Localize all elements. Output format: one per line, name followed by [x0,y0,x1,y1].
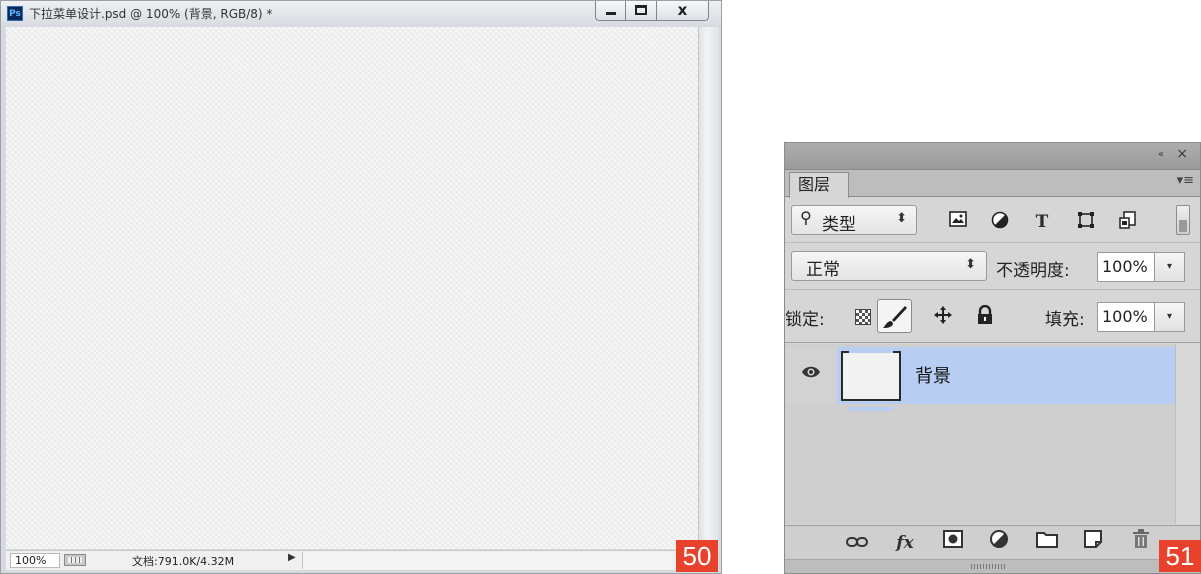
blend-mode-value: 正常 [806,260,840,280]
fill-label: 填充: [1045,310,1085,330]
filter-type-select[interactable]: ⚲ 类型 ⬍ [791,205,917,235]
mask-icon[interactable] [939,529,967,557]
photoshop-app-icon: Ps [7,6,23,21]
close-button[interactable]: x [657,1,709,21]
tab-layers[interactable]: 图层 [789,172,849,198]
layer-row[interactable]: 背景 [785,347,1175,411]
document-title: 下拉菜单设计.psd @ 100% (背景, RGB/8) * [29,7,273,21]
document-size-info: 文档:791.0K/4.32M [132,555,235,568]
window-controls: x [595,1,709,21]
maximize-icon [635,5,647,15]
opacity-dropdown-button[interactable]: ▾ [1155,252,1185,282]
close-icon: x [677,1,688,19]
image-filter-icon[interactable] [947,211,969,233]
lock-fill-row: 锁定: 填充: 100% ▾ [785,291,1200,343]
blend-opacity-row: 正常 ⬍ 不透明度: 100% ▾ [785,244,1200,290]
zoom-level-field[interactable]: 100% [10,553,60,568]
updown-arrows-icon: ⬍ [965,257,976,272]
layers-list-scrollbar[interactable] [1175,344,1200,524]
step-badge-51: 51 [1159,540,1201,572]
filter-type-label: 类型 [822,215,856,235]
panel-resize-grip[interactable] [785,559,1200,573]
smart-object-filter-icon[interactable] [1117,211,1139,233]
horizontal-scrollbar[interactable] [302,552,672,569]
filter-toggle-switch[interactable] [1176,205,1190,235]
panel-menu-icon[interactable]: ▾≡ [1177,173,1194,188]
minimize-button[interactable] [595,1,626,21]
maximize-button[interactable] [626,1,657,21]
fill-dropdown-button[interactable]: ▾ [1155,302,1185,332]
panel-close-icon[interactable]: × [1176,146,1188,162]
layer-selection-highlight: 背景 [837,347,1175,411]
layer-thumbnail [841,349,901,411]
collapse-panel-icon[interactable]: « [1158,149,1164,160]
document-window: Ps 下拉菜单设计.psd @ 100% (背景, RGB/8) * x 100… [0,0,722,574]
panel-tab-strip: 图层 ▾≡ [785,170,1200,198]
adjustment-filter-icon[interactable] [989,211,1011,233]
panel-footer: fx [785,525,1200,559]
link-icon[interactable] [843,529,871,557]
adjustment-icon[interactable] [985,529,1013,557]
opacity-label: 不透明度: [996,261,1070,281]
shape-filter-icon[interactable] [1075,211,1097,233]
status-info-icon[interactable] [64,554,86,566]
trash-icon[interactable] [1127,529,1155,557]
layers-list: 背景 [785,344,1200,524]
lock-all-icon[interactable] [973,304,997,329]
lock-position-icon[interactable] [931,305,955,329]
updown-arrows-icon: ⬍ [896,211,907,226]
type-filter-icon[interactable]: T [1031,211,1053,233]
minimize-icon [606,12,616,15]
lock-label: 锁定: [785,310,825,330]
fx-icon[interactable]: fx [891,529,919,557]
panel-header[interactable]: « × [785,143,1200,170]
status-bar: 100% 文档:791.0K/4.32M ▶ [6,550,676,570]
vertical-scrollbar[interactable] [698,27,719,549]
layers-panel: « × 图层 ▾≡ ⚲ 类型 ⬍ T 正常 ⬍ 不透明度: 100% ▾ 锁定:… [784,142,1201,574]
brush-icon [883,306,907,328]
folder-icon[interactable] [1033,529,1061,557]
fill-input[interactable]: 100% [1097,302,1155,332]
search-icon: ⚲ [800,208,812,227]
visibility-toggle[interactable] [785,347,837,404]
opacity-input[interactable]: 100% [1097,252,1155,282]
blend-mode-select[interactable]: 正常 ⬍ [791,251,987,281]
layer-name[interactable]: 背景 [915,362,951,388]
step-badge-50: 50 [676,540,718,572]
document-canvas[interactable] [6,27,698,549]
document-titlebar[interactable]: Ps 下拉菜单设计.psd @ 100% (背景, RGB/8) * x [1,1,721,25]
status-menu-arrow-icon[interactable]: ▶ [288,552,296,563]
eye-icon [802,366,820,378]
new-layer-icon[interactable] [1079,529,1107,557]
layer-filter-row: ⚲ 类型 ⬍ T [785,198,1200,243]
lock-image-pixels-button[interactable] [877,299,912,333]
lock-transparent-pixels-icon[interactable] [855,309,871,325]
